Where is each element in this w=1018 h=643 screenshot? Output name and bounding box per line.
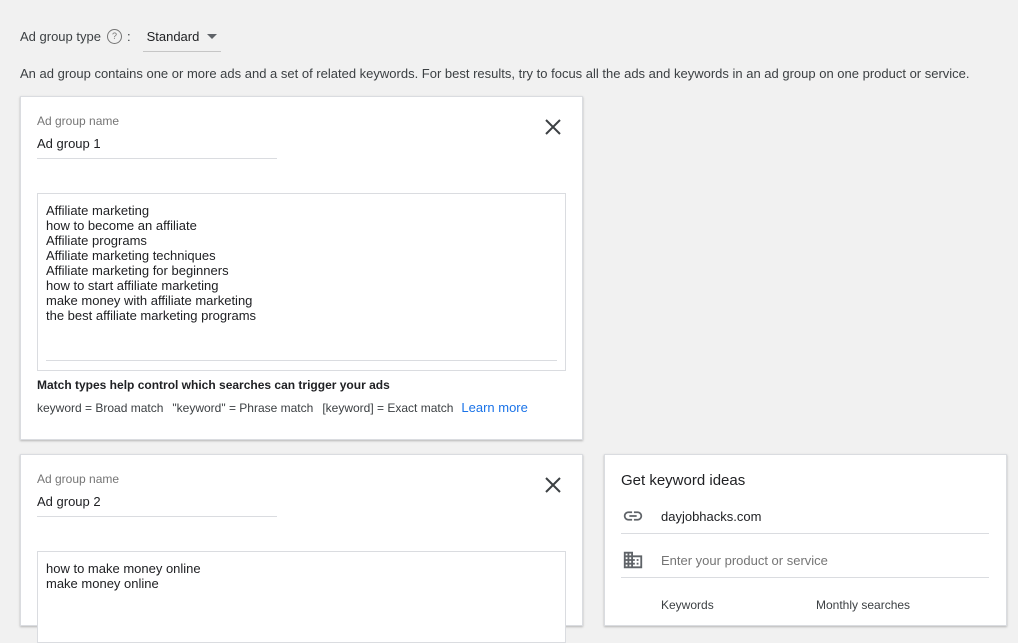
ad-group-name-input[interactable]: Ad group 2 — [37, 494, 101, 509]
ad-group-name-underline — [37, 158, 277, 159]
product-input[interactable] — [661, 552, 981, 568]
keyword-line: how to start affiliate marketing — [46, 278, 219, 293]
website-field[interactable]: dayjobhacks.com — [621, 499, 989, 534]
keyword-line: make money online — [46, 576, 159, 591]
ad-group-name-underline — [37, 516, 277, 517]
keyword-ideas-title: Get keyword ideas — [621, 472, 746, 489]
keyword-line: the best affiliate marketing programs — [46, 308, 257, 323]
exact-match-text: [keyword] = Exact match — [322, 400, 454, 415]
keyword-line: Affiliate programs — [46, 233, 147, 248]
keyword-line: Affiliate marketing techniques — [46, 248, 216, 263]
ad-group-type-row: Ad group type ? : Standard — [20, 24, 222, 52]
help-icon[interactable]: ? — [106, 28, 122, 44]
keywords-textarea[interactable]: how to make money online make money onli… — [37, 551, 566, 643]
ad-group-type-selected: Standard — [146, 28, 200, 44]
keyword-line: how to become an affiliate — [46, 218, 197, 233]
ad-group-description: An ad group contains one or more ads and… — [20, 66, 970, 81]
remove-ad-group-button[interactable] — [540, 472, 566, 498]
product-field[interactable] — [621, 543, 989, 578]
match-types-row: keyword = Broad match "keyword" = Phrase… — [37, 400, 537, 415]
phrase-match-text: "keyword" = Phrase match — [172, 400, 314, 415]
chevron-down-icon — [207, 33, 218, 39]
ad-group-card-1: Ad group name Ad group 1 Affiliate marke… — [20, 96, 583, 440]
keyword-ideas-panel: Get keyword ideas dayjobhacks.com Keywor… — [604, 454, 1007, 626]
keywords-textarea[interactable]: Affiliate marketing how to become an aff… — [37, 193, 566, 371]
close-icon — [545, 477, 561, 493]
match-types-title: Match types help control which searches … — [37, 378, 390, 392]
website-value: dayjobhacks.com — [661, 508, 762, 524]
remove-ad-group-button[interactable] — [540, 114, 566, 140]
link-icon — [621, 504, 645, 528]
ad-group-name-label: Ad group name — [37, 472, 120, 486]
keyword-line: make money with affiliate marketing — [46, 293, 253, 308]
column-monthly-searches: Monthly searches — [816, 598, 911, 612]
keywords-underline — [46, 360, 557, 361]
keywords-list: Affiliate marketing how to become an aff… — [46, 203, 256, 323]
broad-match-text: keyword = Broad match — [37, 400, 164, 415]
ad-group-type-label: Ad group type — [20, 28, 101, 44]
ad-group-name-label: Ad group name — [37, 114, 120, 128]
ad-group-type-colon: : — [126, 28, 131, 44]
keyword-line: Affiliate marketing — [46, 203, 150, 218]
column-keywords: Keywords — [661, 598, 714, 612]
ad-group-card-2: Ad group name Ad group 2 how to make mon… — [20, 454, 583, 643]
building-icon — [621, 548, 645, 572]
keyword-ideas-columns: Keywords Monthly searches — [661, 598, 910, 612]
ad-group-name-input[interactable]: Ad group 1 — [37, 136, 101, 151]
keyword-line: how to make money online — [46, 561, 201, 576]
close-icon — [545, 119, 561, 135]
keywords-list: how to make money online make money onli… — [46, 561, 201, 591]
learn-more-link[interactable]: Learn more — [461, 400, 527, 415]
ad-group-type-dropdown[interactable]: Standard — [142, 27, 222, 52]
keyword-line: Affiliate marketing for beginners — [46, 263, 229, 278]
